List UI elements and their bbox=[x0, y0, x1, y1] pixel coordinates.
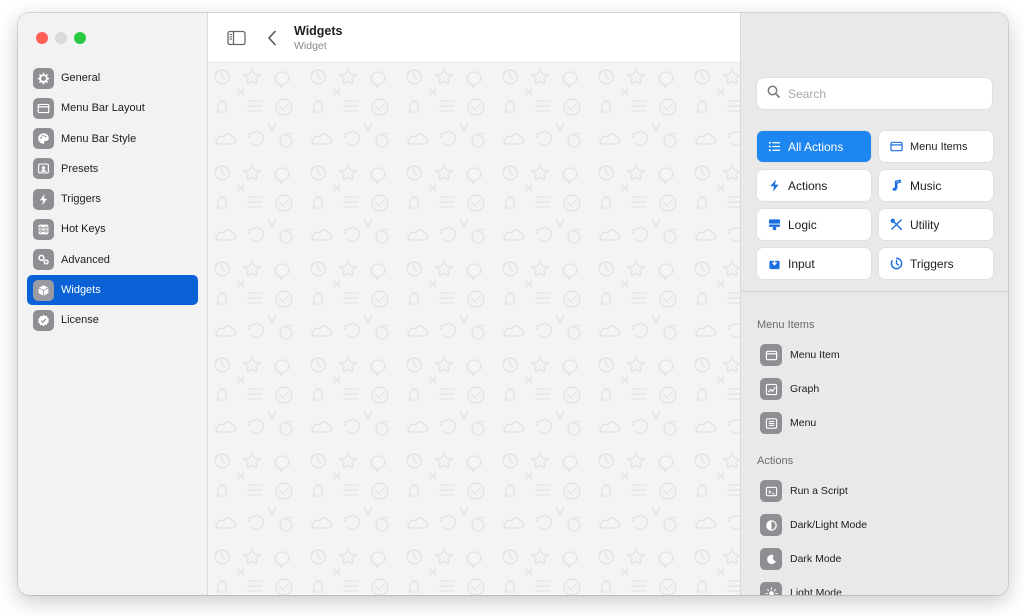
gear-icon bbox=[33, 67, 54, 89]
section-title-actions: Actions bbox=[757, 455, 794, 467]
logic-icon bbox=[767, 218, 781, 232]
tools-icon bbox=[889, 218, 903, 232]
library-item-label: Dark Mode bbox=[790, 553, 842, 565]
moon-icon bbox=[760, 548, 782, 570]
category-menu-items[interactable]: Menu Items bbox=[879, 131, 993, 162]
action-library-panel: All Actions Menu Items Actions Music bbox=[740, 13, 1008, 595]
category-label: Input bbox=[788, 256, 815, 271]
library-item-dark-light-mode[interactable]: Dark/Light Mode bbox=[760, 513, 867, 537]
sun-icon bbox=[760, 582, 782, 595]
terminal-icon bbox=[760, 480, 782, 502]
menu-window-icon bbox=[760, 344, 782, 366]
category-utility[interactable]: Utility bbox=[879, 209, 993, 240]
editor-area: Widgets Widget bbox=[208, 13, 740, 595]
library-item-dark-mode[interactable]: Dark Mode bbox=[760, 547, 841, 571]
category-label: Music bbox=[910, 178, 942, 193]
widget-canvas[interactable] bbox=[208, 63, 740, 595]
minimize-button[interactable] bbox=[55, 32, 67, 44]
sidebar-item-label: Hot Keys bbox=[61, 223, 106, 236]
window-icon bbox=[33, 97, 54, 119]
library-item-label: Dark/Light Mode bbox=[790, 519, 868, 531]
sidebar-item-menu-bar-style[interactable]: Menu Bar Style bbox=[27, 124, 198, 154]
half-circle-icon bbox=[760, 514, 782, 536]
sidebar-item-label: Widgets bbox=[61, 284, 101, 297]
sidebar-item-advanced[interactable]: Advanced bbox=[27, 245, 198, 275]
sidebar-item-label: Advanced bbox=[61, 253, 110, 266]
preset-icon bbox=[33, 158, 54, 180]
sidebar-item-hot-keys[interactable]: Hot Keys bbox=[27, 214, 198, 244]
search-input[interactable] bbox=[788, 86, 978, 101]
menu-window-icon bbox=[889, 140, 903, 154]
app-window: General Menu Bar Layout Menu Bar Style P… bbox=[18, 13, 1008, 595]
sidebar-item-label: License bbox=[61, 314, 99, 327]
library-item-graph[interactable]: Graph bbox=[760, 377, 819, 401]
cube-icon bbox=[33, 279, 54, 301]
sidebar-item-label: General bbox=[61, 72, 101, 84]
palette-icon bbox=[33, 128, 54, 150]
library-item-label: Graph bbox=[790, 383, 820, 395]
category-label: All Actions bbox=[788, 139, 844, 154]
sidebar-item-presets[interactable]: Presets bbox=[27, 154, 198, 184]
sidebar-item-widgets[interactable]: Widgets bbox=[27, 275, 198, 306]
sidebar-item-label: Triggers bbox=[61, 193, 101, 206]
library-item-label: Menu Item bbox=[790, 349, 840, 361]
library-item-light-mode[interactable]: Light Mode bbox=[760, 581, 842, 595]
sidebar-item-menu-bar-layout[interactable]: Menu Bar Layout bbox=[27, 93, 198, 123]
sidebar-item-triggers[interactable]: Triggers bbox=[27, 184, 198, 214]
list-icon bbox=[767, 140, 781, 154]
search-field[interactable] bbox=[757, 78, 992, 109]
music-note-icon bbox=[889, 179, 903, 193]
graph-icon bbox=[760, 378, 782, 400]
toolbar: Widgets Widget bbox=[208, 13, 740, 63]
category-music[interactable]: Music bbox=[879, 170, 993, 201]
input-tray-icon bbox=[767, 257, 781, 271]
bolt-icon bbox=[767, 179, 781, 193]
category-logic[interactable]: Logic bbox=[757, 209, 871, 240]
close-button[interactable] bbox=[36, 32, 48, 44]
window-controls bbox=[36, 32, 86, 44]
category-actions[interactable]: Actions bbox=[757, 170, 871, 201]
category-triggers[interactable]: Triggers bbox=[879, 248, 993, 279]
sidebar-item-license[interactable]: License bbox=[27, 305, 198, 335]
category-label: Actions bbox=[788, 178, 828, 193]
category-all-actions[interactable]: All Actions bbox=[757, 131, 871, 162]
page-subtitle: Widget bbox=[294, 40, 327, 52]
page-title: Widgets bbox=[294, 24, 343, 38]
library-item-label: Light Mode bbox=[790, 587, 842, 595]
sidebar-item-label: Menu Bar Layout bbox=[61, 102, 145, 115]
category-label: Triggers bbox=[910, 256, 954, 271]
timer-icon bbox=[889, 257, 903, 271]
category-label: Menu Items bbox=[910, 140, 968, 153]
category-label: Logic bbox=[788, 217, 817, 232]
sidebar: General Menu Bar Layout Menu Bar Style P… bbox=[18, 13, 208, 595]
badge-check-icon bbox=[33, 309, 54, 331]
library-item-menu-item[interactable]: Menu Item bbox=[760, 343, 840, 367]
library-item-label: Run a Script bbox=[790, 485, 848, 497]
sidebar-item-general[interactable]: General bbox=[27, 63, 198, 93]
library-item-label: Menu bbox=[790, 417, 817, 429]
search-icon bbox=[767, 85, 780, 103]
menu-list-icon bbox=[760, 412, 782, 434]
section-title-menu-items: Menu Items bbox=[757, 319, 815, 331]
command-icon bbox=[33, 218, 54, 240]
category-label: Utility bbox=[910, 217, 940, 232]
bolt-icon bbox=[33, 188, 54, 210]
sidebar-item-label: Menu Bar Style bbox=[61, 132, 137, 145]
category-input[interactable]: Input bbox=[757, 248, 871, 279]
library-item-run-a-script[interactable]: Run a Script bbox=[760, 479, 848, 503]
back-chevron-icon[interactable] bbox=[261, 27, 283, 49]
doodle-pattern bbox=[208, 63, 740, 595]
sidebar-list: General Menu Bar Layout Menu Bar Style P… bbox=[27, 63, 198, 336]
gears-icon bbox=[33, 249, 54, 271]
zoom-button[interactable] bbox=[74, 32, 86, 44]
sidebar-toggle-icon[interactable] bbox=[225, 27, 247, 49]
panel-divider bbox=[741, 291, 1008, 292]
sidebar-item-label: Presets bbox=[61, 162, 99, 175]
library-item-menu[interactable]: Menu bbox=[760, 411, 816, 435]
category-grid: All Actions Menu Items Actions Music Log… bbox=[757, 131, 993, 279]
